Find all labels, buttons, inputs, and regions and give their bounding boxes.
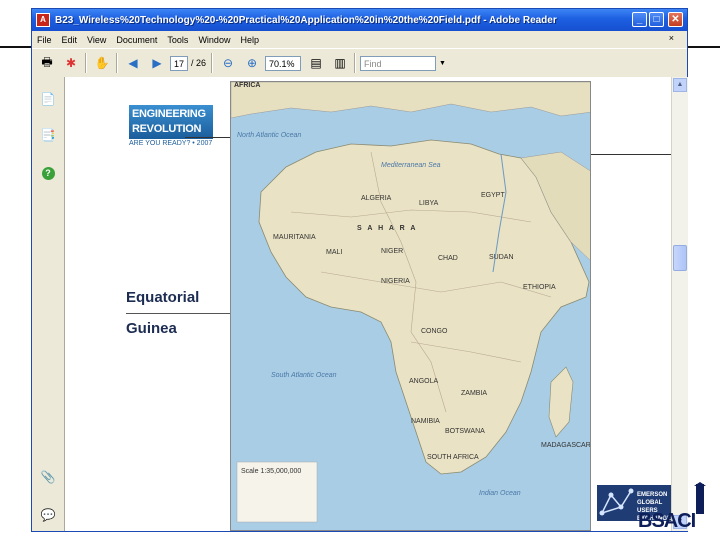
scroll-thumb[interactable]: [673, 245, 687, 271]
document-view[interactable]: ENGINEERING REVOLUTION ARE YOU READY? • …: [65, 77, 671, 531]
vertical-scrollbar[interactable]: ▲ ▼: [671, 77, 688, 531]
chevron-down-icon[interactable]: ▼: [439, 60, 446, 67]
printer-icon: 🖶: [41, 54, 53, 69]
paperclip-icon: 📎: [40, 470, 56, 484]
arrow-left-icon: ◀: [128, 56, 138, 70]
minimize-button[interactable]: _: [632, 12, 647, 27]
toolbar-separator: [116, 53, 118, 73]
menu-view[interactable]: View: [87, 35, 106, 45]
help-panel-button[interactable]: ?: [40, 165, 56, 181]
country-label-line2: Guinea: [126, 320, 177, 337]
map-label-south-atlantic: South Atlantic Ocean: [271, 372, 337, 379]
zoom-in-button[interactable]: ⊕: [243, 54, 261, 72]
pdf-app-icon: A: [36, 13, 50, 27]
comment-icon: 💬: [40, 508, 56, 522]
adobe-tools-button[interactable]: ✱: [62, 54, 80, 72]
close-button[interactable]: ✕: [668, 12, 683, 27]
fit-page-button[interactable]: ▤: [307, 54, 325, 72]
country-label-line1: Equatorial: [126, 289, 200, 306]
zoom-input[interactable]: 70.1%: [265, 55, 302, 71]
map-label-botswana: BOTSWANA: [445, 428, 485, 435]
corner-logo: BSACI: [638, 482, 720, 540]
navigation-pane: 📄 📑 ? 📎 💬: [32, 77, 65, 531]
document-close-button[interactable]: ×: [669, 33, 674, 43]
menu-tools[interactable]: Tools: [167, 35, 188, 45]
fit-width-button[interactable]: ▥: [331, 54, 349, 72]
map-label-egypt: EGYPT: [481, 192, 505, 199]
menu-document[interactable]: Document: [116, 35, 157, 45]
map-label-ethiopia: ETHIOPIA: [523, 284, 556, 291]
toolbar-separator: [211, 53, 214, 73]
engineering-revolution-logo: ENGINEERING REVOLUTION ARE YOU READY? • …: [129, 105, 213, 147]
map-label-niger: NIGER: [381, 248, 404, 255]
map-label-algeria: ALGERIA: [361, 195, 392, 202]
map-label-sahara: S A H A R A: [357, 225, 418, 232]
network-icon: [599, 488, 634, 516]
menu-edit[interactable]: Edit: [62, 35, 78, 45]
map-label-angola: ANGOLA: [409, 378, 439, 385]
map-label-congo: CONGO: [421, 328, 448, 335]
map-label-south-africa: SOUTH AFRICA: [427, 454, 479, 461]
map-label-namibia: NAMIBIA: [411, 418, 440, 425]
adobe-reader-window: A B23_Wireless%20Technology%20-%20Practi…: [31, 8, 688, 532]
next-page-button[interactable]: ▶: [148, 54, 166, 72]
menu-bar: File Edit View Document Tools Window Hel…: [32, 31, 687, 48]
callout-line: [126, 313, 234, 314]
slide-divider-right: [591, 154, 671, 155]
arrow-right-icon: ▶: [152, 56, 162, 70]
corner-logo-text: BSACI: [638, 510, 696, 532]
bookmark-icon: 📑: [40, 128, 56, 142]
toolbar: 🖶 ✱ ✋ ◀ ▶ 17 / 26 ⊖ ⊕ 70.1% ▤ ▥ Find ▼: [32, 48, 687, 78]
page-icon: ▤: [310, 56, 322, 70]
asterisk-icon: ✱: [65, 56, 77, 70]
logo-line2: REVOLUTION: [132, 123, 202, 135]
toolbar-separator: [85, 53, 87, 73]
scroll-up-button[interactable]: ▲: [673, 78, 687, 92]
zoom-out-button[interactable]: ⊖: [219, 54, 237, 72]
africa-map: AFRICA ALGERIA LIBYA EGYPT S A H A R A M…: [230, 81, 591, 531]
bookmarks-panel-button[interactable]: 📑: [40, 127, 56, 143]
menu-help[interactable]: Help: [240, 35, 259, 45]
pages-icon: 📄: [40, 92, 56, 106]
map-label-mediterranean: Mediterranean Sea: [381, 162, 441, 169]
map-scale-label: Scale 1:35,000,000: [241, 468, 302, 475]
map-label-atlantic: North Atlantic Ocean: [237, 132, 302, 139]
zoom-out-icon: ⊖: [222, 56, 234, 70]
page-number-input[interactable]: 17: [170, 55, 188, 71]
window-title: B23_Wireless%20Technology%20-%20Practica…: [55, 14, 557, 26]
hand-icon: ✋: [94, 56, 110, 70]
previous-page-button[interactable]: ◀: [124, 54, 142, 72]
title-bar[interactable]: A B23_Wireless%20Technology%20-%20Practi…: [32, 9, 687, 31]
select-tool-button[interactable]: ✋: [93, 54, 111, 72]
help-icon: ?: [41, 166, 55, 180]
slide-divider-left: [185, 137, 230, 138]
map-label-indian-ocean: Indian Ocean: [479, 490, 521, 497]
map-label-chad: CHAD: [438, 255, 458, 262]
print-button[interactable]: 🖶: [38, 54, 56, 72]
map-label-mauritania: MAURITANIA: [273, 234, 316, 241]
map-graphic: [231, 82, 590, 530]
map-label-mali: MALI: [326, 249, 343, 256]
comments-panel-button[interactable]: 💬: [40, 507, 56, 523]
attachments-panel-button[interactable]: 📎: [40, 469, 56, 485]
logo-line1: ENGINEERING: [132, 108, 206, 120]
map-title: AFRICA: [234, 82, 261, 89]
pages-panel-button[interactable]: 📄: [40, 91, 56, 107]
maximize-button[interactable]: □: [649, 12, 664, 27]
find-input[interactable]: Find: [360, 55, 437, 71]
map-label-zambia: ZAMBIA: [461, 390, 488, 397]
map-label-nigeria: NIGERIA: [381, 278, 410, 285]
menu-window[interactable]: Window: [198, 35, 230, 45]
page-total: / 26: [191, 58, 207, 68]
fit-width-icon: ▥: [334, 56, 346, 70]
logo-tagline: ARE YOU READY? • 2007: [129, 140, 213, 147]
map-label-libya: LIBYA: [419, 200, 439, 207]
menu-file[interactable]: File: [37, 35, 52, 45]
toolbar-separator: [354, 53, 357, 73]
zoom-in-icon: ⊕: [246, 56, 258, 70]
map-label-madagascar: MADAGASCAR: [541, 442, 591, 449]
map-label-sudan: SUDAN: [489, 254, 514, 261]
